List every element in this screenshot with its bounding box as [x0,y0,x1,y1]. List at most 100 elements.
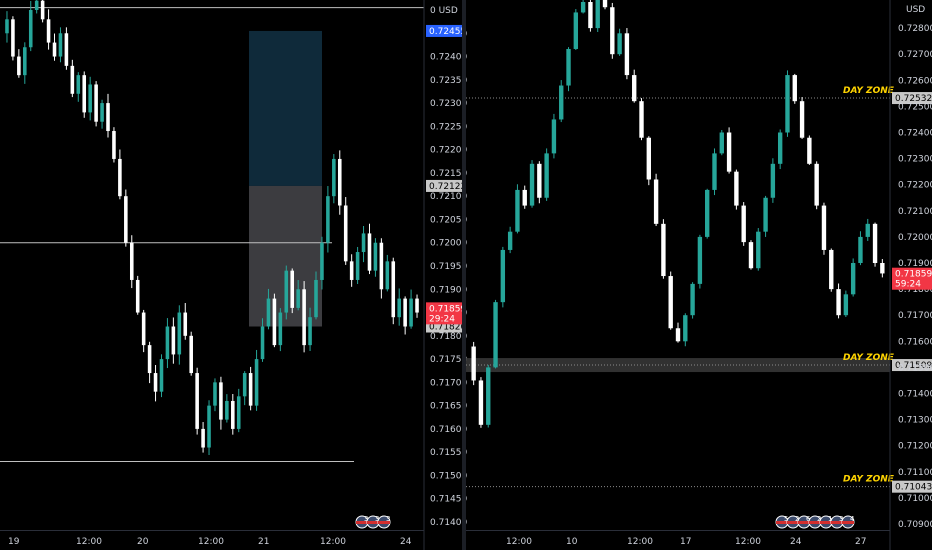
candle-body [734,171,739,206]
left-y-tick-label: 0.71900 [430,285,467,295]
candle-body [515,189,520,232]
candle-body [177,312,182,355]
candle-body [748,242,754,269]
day-zone-label: DAY ZONE [843,86,895,96]
candle-body [308,317,312,346]
candle-body [566,48,571,86]
right-y-tick-label: 0.72500 [898,102,932,112]
candle-body [770,163,776,198]
candle-body [668,276,673,329]
left-y-tick-label: 0.71950 [430,262,467,272]
right-currency-label: USD [906,5,925,15]
candle-body [409,298,413,327]
candle-body [248,373,253,406]
candle-body [302,289,306,346]
right-y-tick-label: 0.72100 [898,207,932,217]
candle-body [836,289,841,316]
candle-body [792,75,797,102]
left-y-tick-label: 0.71500 [430,471,467,481]
left-x-tick-label: 24 [400,537,412,547]
left-y-tick-label: 0.72400 [430,53,467,63]
candle-body [23,47,27,76]
candle-body [361,233,366,253]
left-y-tick-label: 0.72000 [430,239,467,249]
candle-body [260,326,265,360]
left-y-tick-label: 0.71750 [430,355,467,365]
candle-body [595,0,600,29]
right-y-tick-label: 0.72700 [898,50,932,60]
left-current-price-countdown: 29:24 [429,314,455,324]
candle-body [52,42,57,57]
candle-body [850,263,856,295]
left-x-tick-label: 20 [137,537,149,547]
candle-body [88,84,92,113]
left-currency-label: 0 USD [430,6,458,16]
candle-body [76,75,81,94]
candle-body [213,382,217,406]
right-y-tick-label: 0.70900 [898,520,932,530]
candle-body [254,359,259,406]
right-y-tick-label: 0.72800 [898,24,932,34]
candle-body [610,7,615,55]
candle-body [266,298,271,327]
left-x-axis-border [0,530,424,531]
candle-body [153,373,158,392]
left-y-tick-label: 0.72300 [430,99,467,109]
right-y-tick-label: 0.71700 [898,311,932,321]
right-event-flag-count: 4 [850,515,855,523]
candle-body [624,33,630,76]
right-x-tick-label: 27 [855,537,866,547]
candle-body [373,242,378,271]
right-x-tick-label: 10 [566,537,578,547]
candle-body [231,400,235,429]
left-y-tick-label: 0.72250 [430,122,467,132]
candle-body [147,345,152,374]
right-x-tick-label: 12:00 [735,537,761,547]
left-y-tick-label: 0.71550 [430,448,467,458]
candle-body [320,242,324,280]
candle-body [507,231,513,250]
candle-body [843,294,849,316]
candle-body [712,153,717,190]
candle-body [385,261,390,290]
panel-divider [462,0,466,550]
candle-body [242,373,247,397]
candle-body [486,367,491,425]
candle-body [337,158,342,206]
candle-body [493,302,498,368]
right-x-axis-border [466,530,890,531]
candle-body [529,163,535,206]
right-x-tick-label: 17 [680,537,691,547]
candle-body [284,270,289,313]
position-target-zone [249,30,322,186]
left-y-tick-label: 0.71450 [430,495,467,505]
candle-body [290,270,295,308]
candle-body [807,137,812,164]
candle-body [544,153,549,198]
candle-body [403,298,407,327]
candle-body [46,19,51,43]
candle-body [70,65,75,94]
candle-body [829,249,834,290]
candle-body [189,335,193,374]
chart-canvas[interactable]: 0.724500.724000.723500.723000.722500.722… [0,0,932,550]
left-x-tick-label: 12:00 [320,537,346,547]
candle-body [183,312,188,336]
candle-body [124,196,128,243]
candle-body [471,346,476,381]
left-price-label-value: 0.72122 [429,182,466,192]
candle-body [537,163,542,198]
candle-body [165,326,170,360]
candle-body [201,428,205,448]
candle-body [551,119,557,154]
candle-body [225,400,229,420]
day-zone-price-value: 0.71043 [895,483,932,493]
candle-body [118,158,122,197]
right-y-tick-label: 0.72200 [898,181,932,191]
candle-body [777,132,783,164]
left-y-tick-label: 0.72150 [430,169,467,179]
candle-body [379,242,384,290]
candle-body [602,0,608,8]
candle-body [719,132,724,154]
candle-body [391,261,396,318]
